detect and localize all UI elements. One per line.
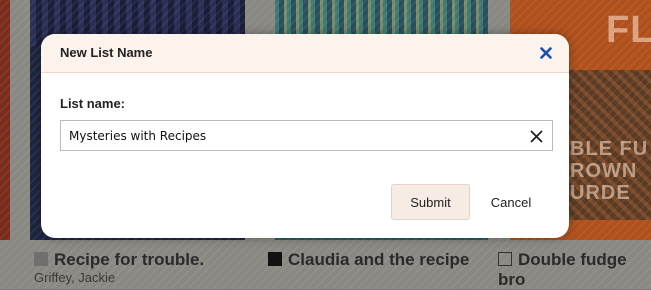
submit-button[interactable]: Submit: [391, 184, 470, 220]
book-title-1[interactable]: Recipe for trouble.: [34, 250, 204, 270]
dialog-header: New List Name: [41, 34, 569, 73]
dialog-title: New List Name: [60, 45, 153, 60]
list-name-field: [60, 120, 553, 151]
book-title-3[interactable]: Double fudge bro: [498, 250, 651, 290]
cancel-button[interactable]: Cancel: [479, 184, 543, 220]
cover-lettering: FLU: [606, 9, 651, 51]
select-checkbox[interactable]: [498, 252, 512, 266]
list-name-label: List name:: [60, 96, 126, 111]
new-list-name-dialog: New List Name List name: Submit Cancel: [41, 34, 569, 238]
list-name-input[interactable]: [61, 121, 521, 150]
close-icon: [540, 47, 552, 59]
close-button[interactable]: [535, 42, 557, 64]
select-checkbox[interactable]: [268, 252, 282, 266]
cover-lettering: BLE FU ROWN URDE: [570, 138, 649, 204]
book-author-1[interactable]: Griffey, Jackie: [34, 270, 115, 285]
select-checkbox[interactable]: [34, 252, 48, 266]
clear-icon: [530, 130, 542, 142]
book-title-2[interactable]: Claudia and the recipe: [268, 250, 469, 270]
book-cover-partial: [0, 0, 10, 240]
clear-input-button[interactable]: [526, 126, 546, 146]
